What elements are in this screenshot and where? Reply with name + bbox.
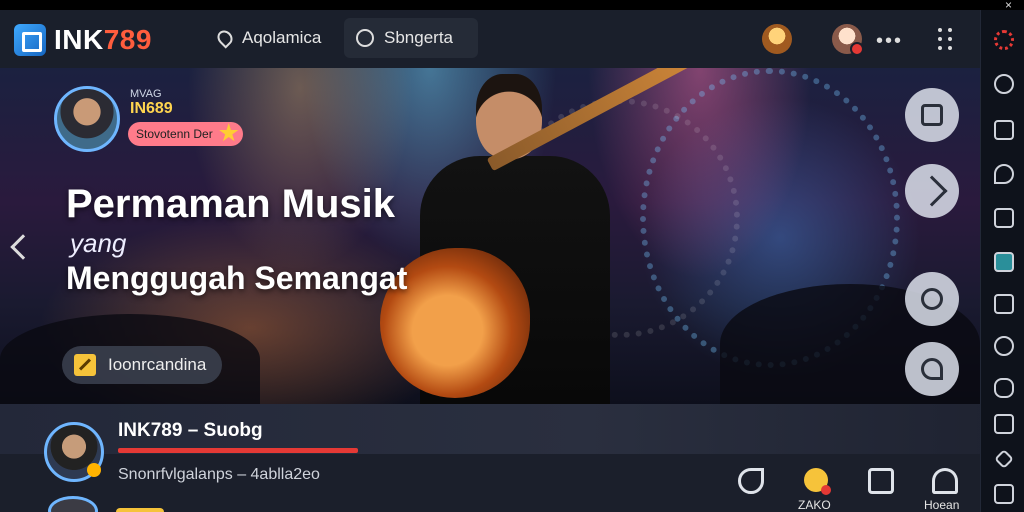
library-icon[interactable] — [868, 468, 894, 494]
search-icon — [356, 29, 374, 47]
artist-badge[interactable]: Stovotenn Der — [128, 122, 243, 146]
artist-badge-label: Stovotenn Der — [136, 127, 213, 141]
progress-bar[interactable] — [118, 448, 358, 453]
guitarist-image — [380, 68, 715, 404]
window-top-strip: × — [0, 0, 1024, 12]
music-note-button[interactable] — [905, 342, 959, 396]
headline-line-2: yang — [70, 228, 127, 258]
apps-grid-icon[interactable] — [938, 28, 956, 50]
settings-gear-icon[interactable] — [994, 30, 1014, 50]
chat-icon[interactable] — [994, 164, 1014, 184]
nav-location-label: Aqolamica — [242, 28, 322, 47]
brand-name: INK789 — [54, 24, 152, 55]
notification-label: ZAKO — [798, 498, 831, 512]
artist-tag: MVAG — [130, 88, 162, 100]
chevron-left-icon[interactable] — [10, 234, 36, 260]
playlist-icon — [921, 104, 943, 126]
edit-icon — [74, 354, 96, 376]
gear-icon[interactable] — [994, 74, 1014, 94]
gamepad-icon[interactable] — [994, 378, 1014, 398]
monitor-icon[interactable] — [994, 252, 1014, 272]
hero-banner: MVAG IN689 Stovotenn Der Permaman Musik … — [0, 68, 980, 404]
share-button[interactable] — [905, 164, 959, 218]
logo-mark-icon — [14, 24, 46, 56]
track-avatar[interactable] — [44, 422, 104, 482]
headline-line-3: Menggugah Semangat — [66, 260, 408, 296]
top-navbar: INK789 Aqolamica Sbngerta ••• — [0, 10, 980, 68]
crop-icon[interactable] — [994, 208, 1014, 228]
share-icon — [916, 175, 948, 207]
search-icon[interactable] — [994, 336, 1014, 356]
link-button[interactable] — [905, 272, 959, 326]
diamond-icon[interactable] — [994, 449, 1014, 469]
notification-icon[interactable] — [804, 468, 831, 495]
headline-line-1: Permaman Musik — [66, 182, 396, 226]
pin-icon[interactable] — [738, 468, 764, 494]
star-icon — [219, 123, 239, 142]
link-icon — [921, 288, 943, 310]
more-icon[interactable]: ••• — [876, 30, 903, 53]
user-avatar[interactable] — [762, 24, 792, 54]
track-subtitle: Snonrfvlgalanps – 4ablla2eo — [118, 466, 320, 483]
now-playing-panel: INK789 – Suobg Snonrfvlgalanps – 4ablla2… — [0, 404, 980, 512]
cta-button[interactable]: Ioonrcandina — [62, 346, 223, 384]
artist-name: IN689 — [130, 100, 173, 117]
window-icon[interactable] — [994, 120, 1014, 140]
expand-icon[interactable] — [994, 484, 1014, 504]
playlist-button[interactable] — [905, 88, 959, 142]
music-note-icon — [921, 358, 943, 380]
brand-logo[interactable]: INK789 — [14, 24, 152, 56]
right-toolbar — [980, 10, 1024, 512]
media-icon[interactable] — [994, 294, 1014, 314]
location-pin-icon — [214, 27, 236, 49]
home-label: Hoean — [924, 498, 960, 512]
upload-icon[interactable] — [994, 414, 1014, 434]
home-icon[interactable] — [932, 468, 958, 494]
notification-avatar[interactable] — [832, 24, 864, 56]
nav-search[interactable]: Sbngerta — [344, 18, 478, 58]
nav-location[interactable]: Aqolamica — [206, 18, 333, 58]
nav-search-label: Sbngerta — [384, 28, 453, 47]
artist-avatar[interactable] — [54, 86, 120, 152]
track-title: INK789 – Suobg — [118, 420, 263, 441]
cta-label: Ioonrcandina — [108, 355, 207, 374]
next-track-badge — [116, 508, 164, 512]
